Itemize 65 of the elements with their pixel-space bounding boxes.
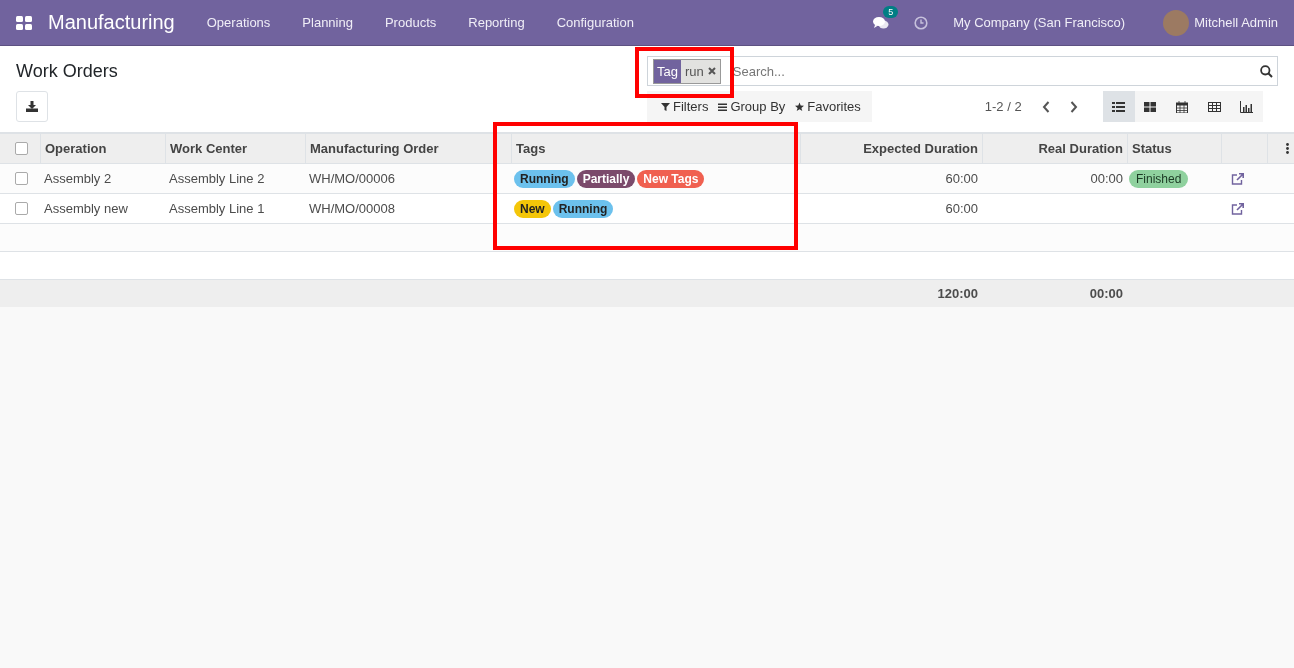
total-value: 00:00 <box>1089 286 1123 301</box>
lines-icon <box>718 102 728 111</box>
chevron-right-icon[interactable] <box>1069 100 1078 113</box>
menu-item[interactable]: Reporting <box>452 15 541 30</box>
app-title[interactable]: Manufacturing <box>48 11 175 34</box>
menu-item[interactable]: Products <box>368 15 453 30</box>
chat-bubbles-icon[interactable] <box>873 15 890 30</box>
clock-icon[interactable] <box>914 15 929 30</box>
filter-menu-button[interactable]: Group By <box>713 99 791 114</box>
star-icon <box>795 102 805 111</box>
search-facet[interactable]: Tag run <box>653 58 721 84</box>
status-badge: Finished <box>1129 169 1189 188</box>
column-header[interactable]: Status <box>1127 134 1221 163</box>
kebab-menu-icon[interactable] <box>1286 143 1289 154</box>
message-count-badge: 5 <box>883 5 899 18</box>
table-cell: Assembly Line 2 <box>169 171 265 186</box>
table-cell: 60:00 <box>945 201 978 216</box>
list-icon <box>1112 100 1126 113</box>
row-checkbox[interactable] <box>15 202 28 215</box>
row-checkbox[interactable] <box>15 172 28 185</box>
column-header[interactable]: Expected Duration <box>800 134 982 163</box>
search-field[interactable]: Tag run Search... <box>647 56 1278 86</box>
pager-value[interactable]: 1-2 / 2 <box>984 99 1022 114</box>
column-header[interactable]: Tags <box>511 134 800 163</box>
menu-item[interactable]: Configuration <box>540 15 650 30</box>
download-icon <box>26 101 38 112</box>
funnel-icon <box>661 102 670 111</box>
menu-item[interactable]: Operations <box>190 15 287 30</box>
table-cell: WH/MO/00008 <box>309 201 395 216</box>
table-cell: 60:00 <box>945 171 978 186</box>
tag-pill: Running <box>514 169 575 188</box>
table-icon <box>1208 100 1222 113</box>
grid-icon <box>1144 100 1158 113</box>
table-cell: Assembly new <box>44 201 128 216</box>
apps-grid-icon[interactable] <box>16 14 32 31</box>
external-link-icon[interactable] <box>1231 202 1244 215</box>
tag-pill: Running <box>552 199 614 218</box>
download-button[interactable] <box>16 91 48 122</box>
column-header[interactable]: Work Center <box>165 134 305 163</box>
table-cell: Assembly 2 <box>44 171 112 186</box>
calendar-icon <box>1176 100 1190 113</box>
remove-icon[interactable] <box>707 67 716 75</box>
chevron-left-icon[interactable] <box>1041 100 1050 113</box>
select-all-checkbox[interactable] <box>15 142 28 155</box>
tag-pill: New <box>514 199 551 218</box>
column-header[interactable]: Manufacturing Order <box>305 134 511 163</box>
table-cell: Assembly Line 1 <box>169 201 265 216</box>
user-menu[interactable]: Mitchell Admin <box>1194 15 1278 30</box>
total-value: 120:00 <box>937 286 978 301</box>
table-cell: 00:00 <box>1090 171 1123 186</box>
column-header[interactable]: Operation <box>40 134 165 163</box>
bar-chart-icon <box>1240 100 1254 113</box>
tag-pill: Partially <box>576 169 636 188</box>
column-header[interactable]: Real Duration <box>982 134 1127 163</box>
list-view-button[interactable] <box>1102 91 1135 122</box>
table-cell: WH/MO/00006 <box>309 171 395 186</box>
menu-item[interactable]: Planning <box>286 15 369 30</box>
external-link-icon[interactable] <box>1231 172 1244 185</box>
company-switcher[interactable]: My Company (San Francisco) <box>953 15 1126 30</box>
search-icon[interactable] <box>1260 64 1273 78</box>
tag-pill: New Tags <box>637 169 705 188</box>
filter-menu-button[interactable]: Filters <box>656 99 714 114</box>
page-title: Work Orders <box>16 60 119 82</box>
filter-menu-button[interactable]: Favorites <box>790 99 866 114</box>
table-row[interactable]: Assembly new Assembly Line 1 WH/MO/00008 New Running 60:00 <box>0 194 1294 224</box>
